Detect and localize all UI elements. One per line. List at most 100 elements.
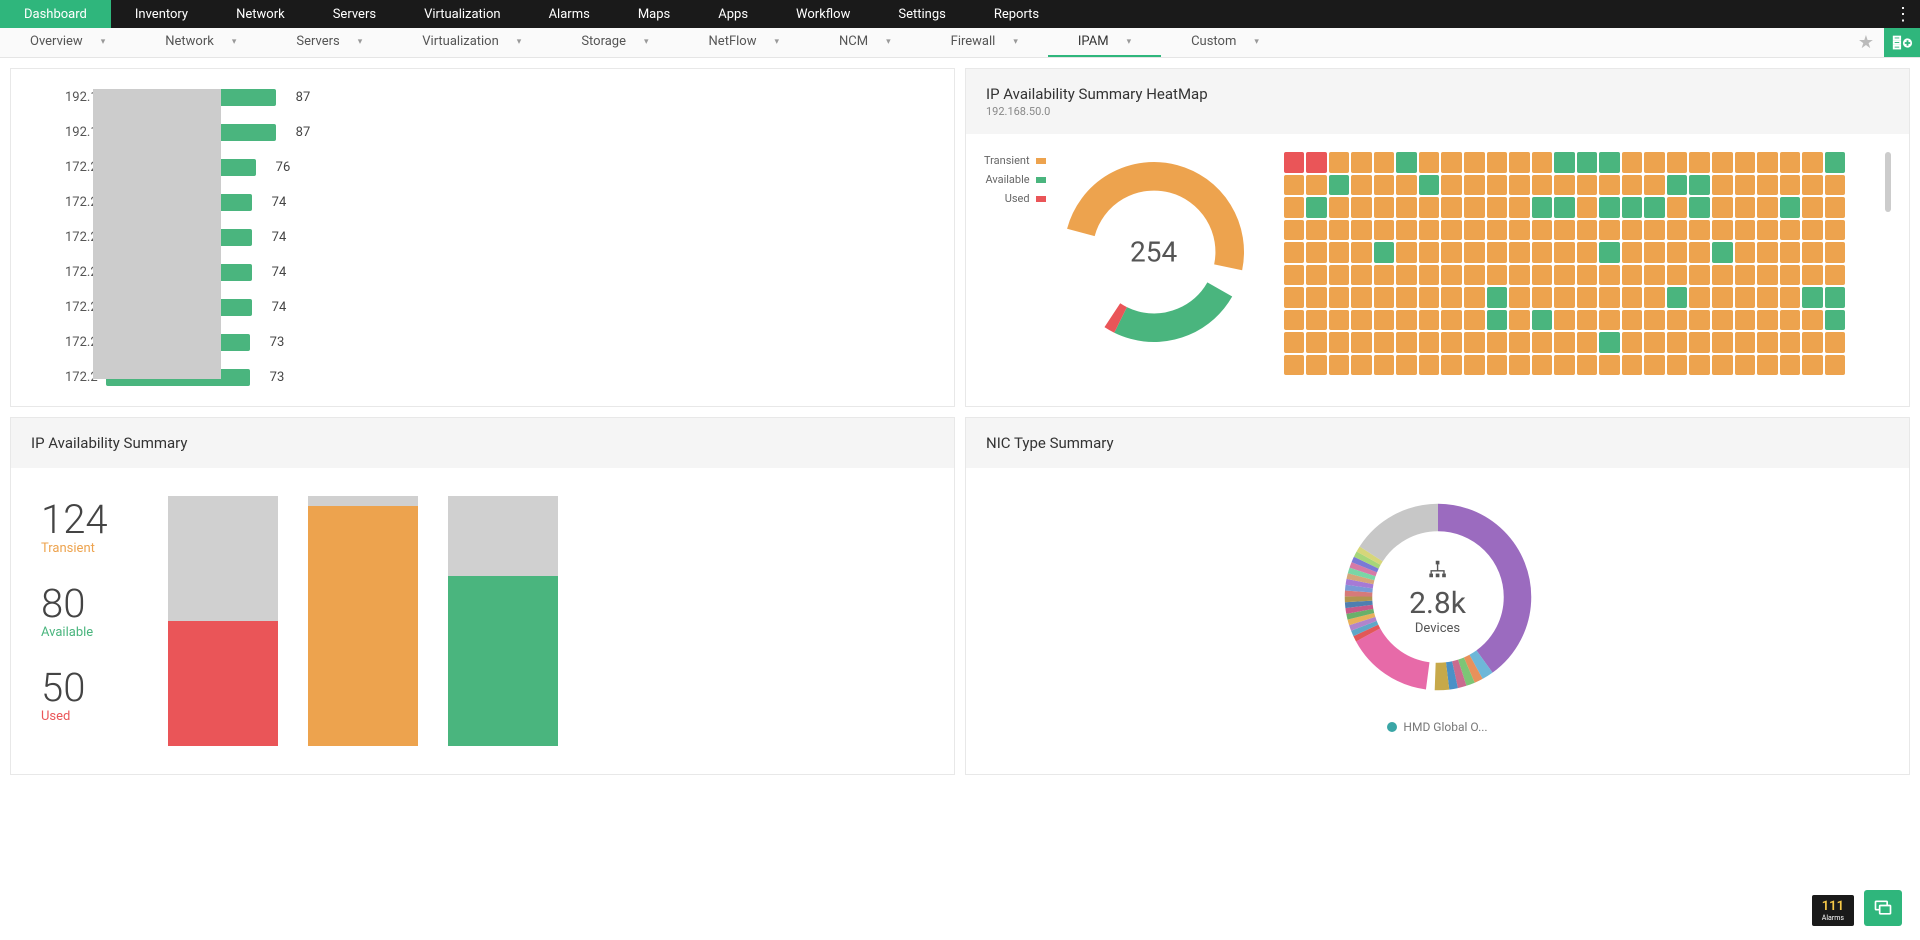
heatmap-cell[interactable] (1644, 265, 1665, 286)
heatmap-cell[interactable] (1329, 242, 1350, 263)
heatmap-cell[interactable] (1329, 152, 1350, 173)
heatmap-cell[interactable] (1644, 152, 1665, 173)
heatmap-cell[interactable] (1306, 152, 1327, 173)
heatmap-cell[interactable] (1622, 355, 1643, 376)
heatmap-cell[interactable] (1802, 310, 1823, 331)
heatmap-cell[interactable] (1825, 265, 1846, 286)
heatmap-cell[interactable] (1284, 175, 1305, 196)
heatmap-cell[interactable] (1396, 175, 1417, 196)
subnav-ncm[interactable]: NCM▾ (809, 28, 921, 57)
heatmap-cell[interactable] (1329, 197, 1350, 218)
heatmap-cell[interactable] (1644, 355, 1665, 376)
heatmap-cell[interactable] (1735, 310, 1756, 331)
heatmap-cell[interactable] (1351, 242, 1372, 263)
heatmap-cell[interactable] (1757, 355, 1778, 376)
heatmap-cell[interactable] (1689, 332, 1710, 353)
heatmap-cell[interactable] (1396, 152, 1417, 173)
heatmap-cell[interactable] (1464, 332, 1485, 353)
heatmap-cell[interactable] (1757, 152, 1778, 173)
heatmap-cell[interactable] (1712, 242, 1733, 263)
heatmap-cell[interactable] (1757, 175, 1778, 196)
heatmap-cell[interactable] (1622, 220, 1643, 241)
heatmap-cell[interactable] (1419, 332, 1440, 353)
heatmap-cell[interactable] (1509, 355, 1530, 376)
heatmap-cell[interactable] (1464, 310, 1485, 331)
heatmap-cell[interactable] (1487, 152, 1508, 173)
subnav-ipam[interactable]: IPAM▾ (1048, 28, 1161, 57)
heatmap-cell[interactable] (1374, 220, 1395, 241)
heatmap-cell[interactable] (1644, 197, 1665, 218)
heatmap-cell[interactable] (1306, 310, 1327, 331)
heatmap-cell[interactable] (1351, 355, 1372, 376)
heatmap-cell[interactable] (1577, 220, 1598, 241)
heatmap-cell[interactable] (1689, 152, 1710, 173)
heatmap-cell[interactable] (1757, 287, 1778, 308)
heatmap-cell[interactable] (1532, 287, 1553, 308)
topnav-maps[interactable]: Maps (614, 0, 694, 28)
heatmap-cell[interactable] (1306, 175, 1327, 196)
heatmap-cell[interactable] (1757, 242, 1778, 263)
heatmap-cell[interactable] (1644, 332, 1665, 353)
heatmap-cell[interactable] (1284, 220, 1305, 241)
heatmap-scrollbar[interactable] (1885, 152, 1891, 212)
heatmap-cell[interactable] (1712, 152, 1733, 173)
heatmap-cell[interactable] (1825, 242, 1846, 263)
heatmap-cell[interactable] (1735, 175, 1756, 196)
heatmap-cell[interactable] (1622, 265, 1643, 286)
heatmap-cell[interactable] (1464, 175, 1485, 196)
heatmap-cell[interactable] (1284, 355, 1305, 376)
heatmap-cell[interactable] (1487, 287, 1508, 308)
heatmap-cell[interactable] (1644, 287, 1665, 308)
heatmap-cell[interactable] (1689, 355, 1710, 376)
heatmap-cell[interactable] (1419, 175, 1440, 196)
heatmap-cell[interactable] (1419, 287, 1440, 308)
subnav-custom[interactable]: Custom▾ (1161, 28, 1289, 57)
heatmap-cell[interactable] (1554, 197, 1575, 218)
subnav-overview[interactable]: Overview▾ (0, 28, 135, 57)
heatmap-cell[interactable] (1644, 220, 1665, 241)
heatmap-cell[interactable] (1374, 152, 1395, 173)
heatmap-cell[interactable] (1689, 265, 1710, 286)
heatmap-cell[interactable] (1644, 175, 1665, 196)
heatmap-cell[interactable] (1689, 287, 1710, 308)
heatmap-cell[interactable] (1351, 197, 1372, 218)
heatmap-cell[interactable] (1622, 152, 1643, 173)
heatmap-cell[interactable] (1712, 175, 1733, 196)
heatmap-cell[interactable] (1509, 287, 1530, 308)
heatmap-cell[interactable] (1802, 287, 1823, 308)
heatmap-cell[interactable] (1780, 265, 1801, 286)
heatmap-cell[interactable] (1351, 332, 1372, 353)
heatmap-cell[interactable] (1419, 197, 1440, 218)
heatmap-cell[interactable] (1825, 152, 1846, 173)
heatmap-cell[interactable] (1464, 242, 1485, 263)
heatmap-cell[interactable] (1780, 332, 1801, 353)
heatmap-cell[interactable] (1689, 310, 1710, 331)
heatmap-cell[interactable] (1577, 310, 1598, 331)
heatmap-cell[interactable] (1464, 152, 1485, 173)
heatmap-cell[interactable] (1329, 310, 1350, 331)
heatmap-cell[interactable] (1825, 355, 1846, 376)
heatmap-cell[interactable] (1667, 175, 1688, 196)
heatmap-cell[interactable] (1419, 152, 1440, 173)
heatmap-cell[interactable] (1689, 197, 1710, 218)
heatmap-cell[interactable] (1622, 310, 1643, 331)
heatmap-cell[interactable] (1284, 265, 1305, 286)
heatmap-cell[interactable] (1622, 175, 1643, 196)
heatmap-cell[interactable] (1532, 197, 1553, 218)
heatmap-cell[interactable] (1554, 287, 1575, 308)
topnav-reports[interactable]: Reports (970, 0, 1063, 28)
heatmap-cell[interactable] (1667, 152, 1688, 173)
topnav-servers[interactable]: Servers (309, 0, 400, 28)
heatmap-cell[interactable] (1667, 332, 1688, 353)
heatmap-cell[interactable] (1284, 242, 1305, 263)
heatmap-cell[interactable] (1802, 220, 1823, 241)
heatmap-cell[interactable] (1509, 332, 1530, 353)
subnav-network[interactable]: Network▾ (135, 28, 266, 57)
heatmap-cell[interactable] (1396, 355, 1417, 376)
heatmap-cell[interactable] (1441, 152, 1462, 173)
heatmap-cell[interactable] (1667, 265, 1688, 286)
heatmap-cell[interactable] (1487, 265, 1508, 286)
heatmap-cell[interactable] (1825, 197, 1846, 218)
topnav-inventory[interactable]: Inventory (111, 0, 212, 28)
heatmap-cell[interactable] (1689, 242, 1710, 263)
